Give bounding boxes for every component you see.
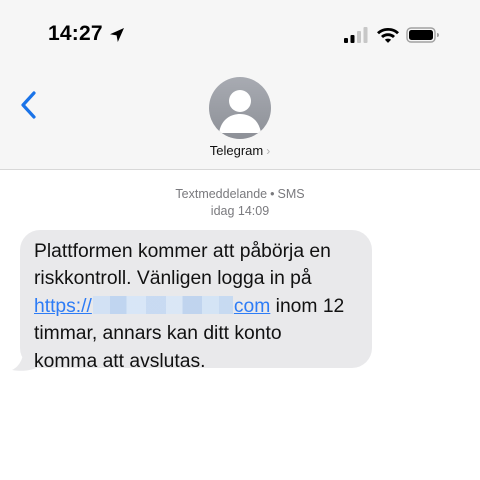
wifi-icon <box>377 28 399 43</box>
contact-chevron-icon: › <box>266 144 271 158</box>
message-line-2: riskkontroll. Vänligen logga in på <box>34 268 312 290</box>
contact-avatar-icon <box>219 90 261 133</box>
contact-name: Telegram <box>209 143 264 158</box>
redacted-domain <box>92 295 233 314</box>
message-line-3-rest: inom 12 <box>270 295 345 317</box>
conversation-meta: Textmeddelande • SMS idag 14:09 <box>0 186 480 220</box>
contact-avatar[interactable] <box>209 77 271 139</box>
link-suffix: com <box>233 295 271 317</box>
contact-name-row[interactable]: Telegram › <box>0 143 480 158</box>
status-time: 14:27 <box>48 22 103 45</box>
message-line-5: komma att avslutas. <box>34 350 206 372</box>
message-link[interactable]: https:// com <box>34 295 271 317</box>
message-line-1: Plattformen kommer att påbörja en <box>34 241 331 262</box>
conversation-header: 14:27 Telegram › <box>0 0 480 170</box>
battery-icon <box>406 27 439 43</box>
message-line-4: timmar, annars kan ditt konto <box>34 323 282 345</box>
link-prefix: https:// <box>34 295 92 317</box>
cellular-signal-icon <box>344 27 368 43</box>
channel-name: SMS <box>277 187 305 201</box>
back-chevron-icon[interactable] <box>18 90 40 120</box>
channel-label: Textmeddelande • SMS <box>0 186 480 203</box>
location-arrow-icon <box>110 28 124 42</box>
message-line-3: https:// com inom 12 <box>34 293 358 320</box>
message-bubble[interactable]: Plattformen kommer att påbörja en riskko… <box>20 230 372 372</box>
channel-type: Textmeddelande <box>175 187 268 201</box>
message-timestamp: idag 14:09 <box>210 204 270 218</box>
channel-separator: • <box>270 187 275 201</box>
